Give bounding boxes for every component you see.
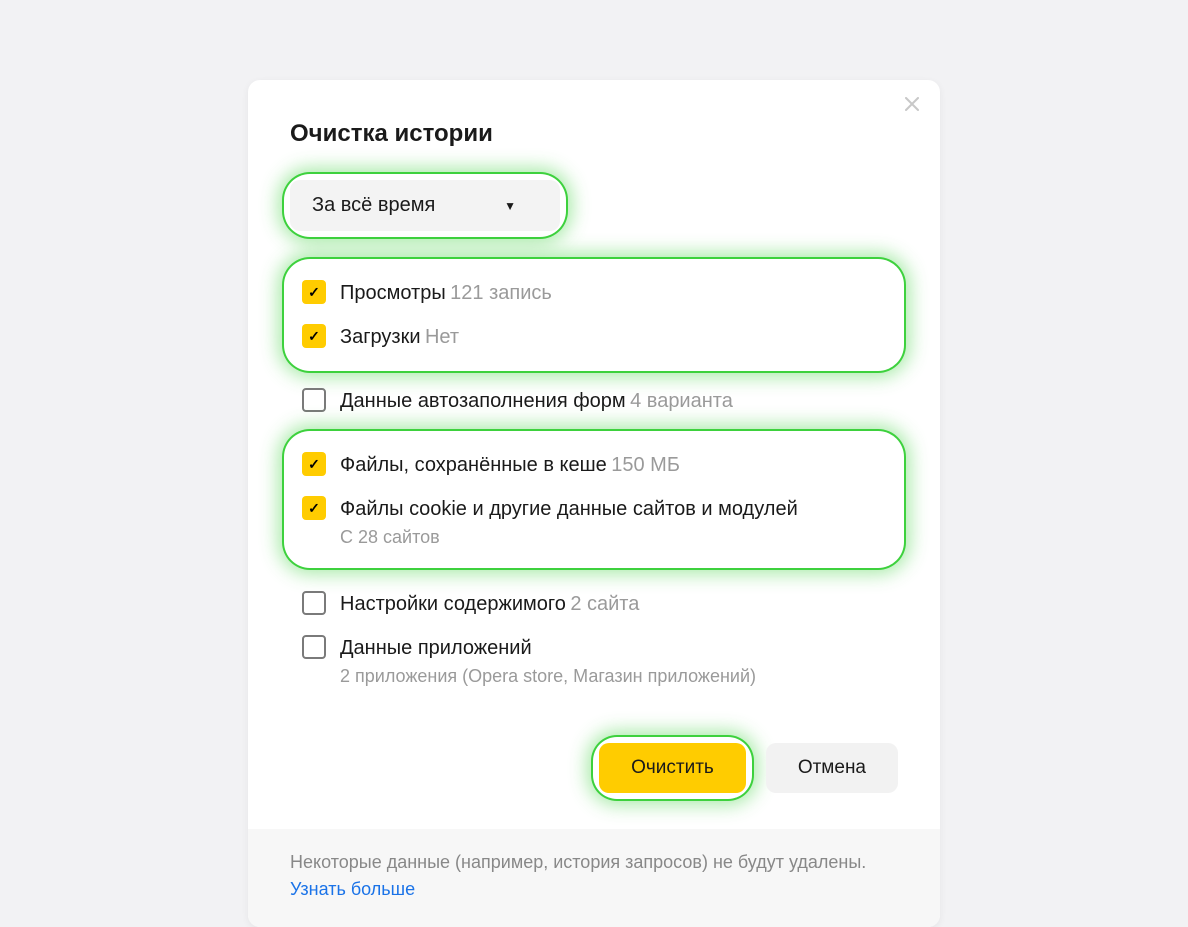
dialog-footer: Некоторые данные (например, история запр… xyxy=(248,829,940,927)
option-label: Настройки содержимого xyxy=(340,593,566,615)
option-sub: С 28 сайтов xyxy=(340,527,798,548)
option-cache[interactable]: ✓ Файлы, сохранённые в кеше 150 МБ xyxy=(296,443,886,487)
option-label: Просмотры xyxy=(340,282,446,304)
checkbox-downloads[interactable]: ✓ xyxy=(302,324,326,348)
checkbox-cache[interactable]: ✓ xyxy=(302,452,326,476)
footer-note: Некоторые данные (например, история запр… xyxy=(290,852,866,872)
chevron-down-icon: ▼ xyxy=(504,199,516,213)
option-group-highlight-1: ✓ Просмотры 121 запись ✓ Загрузки Нет xyxy=(290,265,898,365)
dialog-actions: Очистить Отмена xyxy=(290,743,898,793)
clear-button[interactable]: Очистить xyxy=(599,743,746,793)
time-range-select[interactable]: За всё время ▼ xyxy=(290,180,560,231)
option-label: Файлы, сохранённые в кеше xyxy=(340,454,607,476)
learn-more-link[interactable]: Узнать больше xyxy=(290,879,415,899)
option-sub: 2 приложения (Opera store, Магазин прило… xyxy=(340,666,756,687)
clear-history-dialog: Очистка истории За всё время ▼ ✓ Просмот… xyxy=(248,80,940,927)
option-autofill[interactable]: Данные автозаполнения форм 4 варианта xyxy=(296,379,886,423)
time-range-highlight: За всё время ▼ xyxy=(290,180,560,231)
option-cookies[interactable]: ✓ Файлы cookie и другие данные сайтов и … xyxy=(296,487,886,556)
option-label: Загрузки xyxy=(340,326,421,348)
cancel-button[interactable]: Отмена xyxy=(766,743,898,793)
close-button[interactable] xyxy=(902,94,922,114)
option-label: Данные автозаполнения форм xyxy=(340,390,626,412)
option-hint: Нет xyxy=(425,326,459,348)
dialog-title: Очистка истории xyxy=(290,120,898,148)
options-list: ✓ Просмотры 121 запись ✓ Загрузки Нет Да… xyxy=(290,265,898,701)
option-hint: 4 варианта xyxy=(630,390,733,412)
checkbox-content[interactable] xyxy=(302,591,326,615)
time-range-value: За всё время xyxy=(312,194,435,217)
clear-button-highlight: Очистить xyxy=(599,743,746,793)
checkbox-apps[interactable] xyxy=(302,635,326,659)
option-group-plain-1: Данные автозаполнения форм 4 варианта xyxy=(290,373,898,429)
checkbox-autofill[interactable] xyxy=(302,388,326,412)
option-content[interactable]: Настройки содержимого 2 сайта xyxy=(296,582,886,626)
option-downloads[interactable]: ✓ Загрузки Нет xyxy=(296,315,886,359)
option-label: Данные приложений xyxy=(340,634,756,662)
option-views[interactable]: ✓ Просмотры 121 запись xyxy=(296,271,886,315)
option-group-highlight-2: ✓ Файлы, сохранённые в кеше 150 МБ ✓ Фай… xyxy=(290,437,898,562)
checkbox-views[interactable]: ✓ xyxy=(302,280,326,304)
option-hint: 150 МБ xyxy=(611,454,680,476)
option-group-plain-2: Настройки содержимого 2 сайта Данные при… xyxy=(290,576,898,701)
close-icon xyxy=(905,97,919,111)
option-apps[interactable]: Данные приложений 2 приложения (Opera st… xyxy=(296,626,886,695)
checkbox-cookies[interactable]: ✓ xyxy=(302,496,326,520)
option-hint: 121 запись xyxy=(450,282,552,304)
dialog-body: Очистка истории За всё время ▼ ✓ Просмот… xyxy=(248,80,940,829)
option-label: Файлы cookie и другие данные сайтов и мо… xyxy=(340,495,798,523)
option-hint: 2 сайта xyxy=(570,593,639,615)
